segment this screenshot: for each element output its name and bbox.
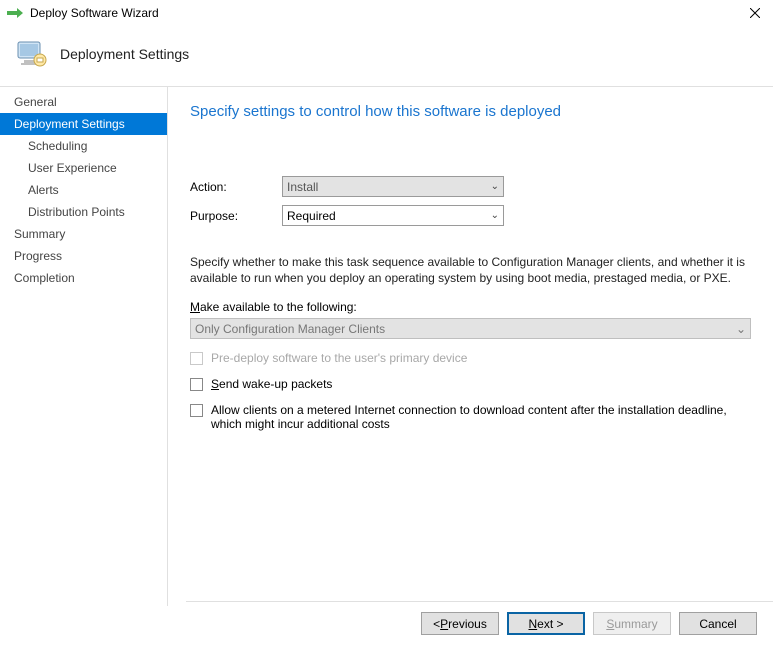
header-section-title: Deployment Settings — [60, 46, 189, 62]
previous-button[interactable]: < Previous — [421, 612, 499, 635]
metered-checkbox[interactable] — [190, 404, 203, 417]
sidebar-item-alerts[interactable]: Alerts — [0, 179, 167, 201]
sidebar-item-user-experience[interactable]: User Experience — [0, 157, 167, 179]
purpose-select[interactable]: Required ⌄ — [282, 205, 504, 226]
wizard-header: Deployment Settings — [0, 26, 773, 86]
metered-checkbox-row[interactable]: Allow clients on a metered Internet conn… — [190, 403, 751, 431]
available-select: Only Configuration Manager Clients ⌄ — [190, 318, 751, 339]
wakeup-checkbox-row[interactable]: Send wake-up packets — [190, 377, 751, 391]
summary-button: Summary — [593, 612, 671, 635]
sidebar-item-scheduling[interactable]: Scheduling — [0, 135, 167, 157]
predeploy-checkbox — [190, 352, 203, 365]
title-bar: Deploy Software Wizard — [0, 0, 773, 26]
sidebar-item-deployment-settings[interactable]: Deployment Settings — [0, 113, 167, 135]
action-select: Install ⌄ — [282, 176, 504, 197]
window-title: Deploy Software Wizard — [30, 6, 159, 20]
wakeup-checkbox[interactable] — [190, 378, 203, 391]
purpose-value: Required — [287, 209, 336, 223]
wizard-footer: < Previous Next > Summary Cancel — [186, 601, 773, 645]
sidebar-item-general[interactable]: General — [0, 91, 167, 113]
available-value: Only Configuration Manager Clients — [195, 322, 385, 336]
wizard-content: Specify settings to control how this sof… — [168, 87, 773, 606]
action-row: Action: Install ⌄ — [190, 176, 751, 197]
chevron-down-icon: ⌄ — [491, 181, 499, 192]
sidebar-item-distribution-points[interactable]: Distribution Points — [0, 201, 167, 223]
purpose-row: Purpose: Required ⌄ — [190, 205, 751, 226]
computer-deploy-icon — [14, 36, 50, 72]
back-arrow-icon — [6, 4, 24, 22]
chevron-down-icon: ⌄ — [736, 322, 746, 336]
available-label: Make available to the following: — [190, 300, 751, 314]
wakeup-label: Send wake-up packets — [211, 377, 332, 391]
purpose-label: Purpose: — [190, 209, 282, 223]
next-button[interactable]: Next > — [507, 612, 585, 635]
action-value: Install — [287, 180, 318, 194]
wizard-body: General Deployment Settings Scheduling U… — [0, 86, 773, 606]
wizard-sidebar: General Deployment Settings Scheduling U… — [0, 87, 168, 606]
page-heading: Specify settings to control how this sof… — [190, 103, 751, 120]
close-button[interactable] — [743, 1, 767, 25]
sidebar-item-progress[interactable]: Progress — [0, 245, 167, 267]
sidebar-item-summary[interactable]: Summary — [0, 223, 167, 245]
predeploy-label: Pre-deploy software to the user's primar… — [211, 351, 467, 365]
cancel-button[interactable]: Cancel — [679, 612, 757, 635]
sidebar-item-completion[interactable]: Completion — [0, 267, 167, 289]
action-label: Action: — [190, 180, 282, 194]
description-text: Specify whether to make this task sequen… — [190, 254, 751, 286]
predeploy-checkbox-row: Pre-deploy software to the user's primar… — [190, 351, 751, 365]
metered-label: Allow clients on a metered Internet conn… — [211, 403, 731, 431]
chevron-down-icon: ⌄ — [491, 210, 499, 221]
